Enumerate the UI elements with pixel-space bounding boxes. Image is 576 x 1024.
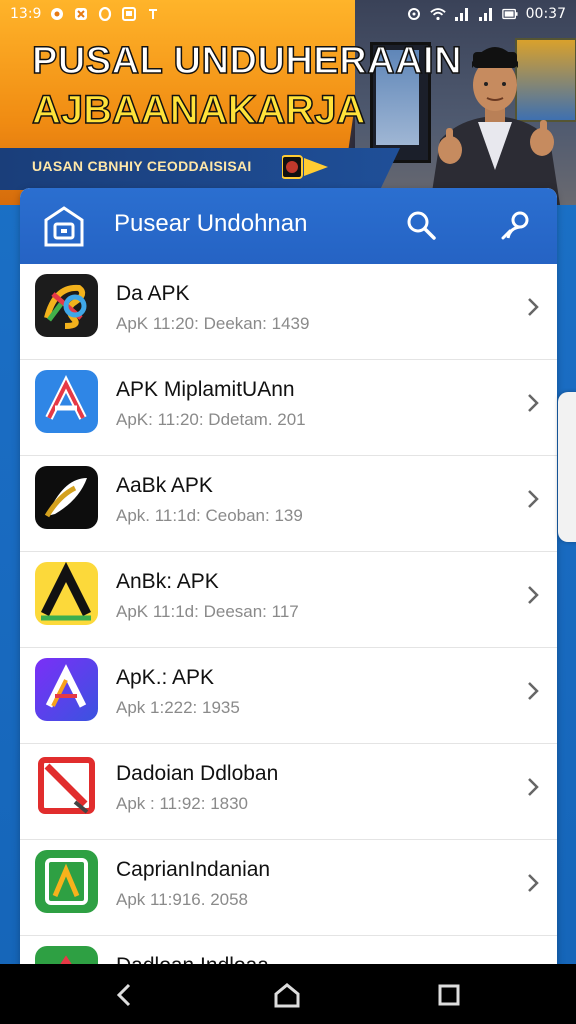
red-x-icon <box>35 754 98 817</box>
banner-subtitle: UASAN CBNHIY CEODDAISISAI <box>32 158 252 174</box>
status-clock: 00:37 <box>525 6 566 22</box>
apk-meta: ApK: 11:20: Ddetam. 201 <box>116 410 306 429</box>
apk-name: CaprianIndanian <box>116 858 271 881</box>
battery-icon <box>501 6 518 22</box>
home-logo-icon[interactable] <box>42 205 86 249</box>
profile-search-icon[interactable] <box>500 208 534 242</box>
list-item[interactable]: APK MiplamitUAnn ApK: 11:20: Ddetam. 201 <box>20 360 557 456</box>
apk-name: ApK.: APK <box>116 666 215 689</box>
main-card: Pusear Undohnan Da APK ApK 11:20: Deekan… <box>20 188 557 978</box>
apk-name: APK MiplamitUAnn <box>116 378 295 401</box>
list-item[interactable]: Dadoian Ddloban Apk : 11:92: 1830 <box>20 744 557 840</box>
notification-icon <box>49 6 65 22</box>
download-notification-icon <box>145 6 161 22</box>
banner-badge-icon <box>282 155 328 179</box>
apk-meta: Apk. 11:1d: Ceoban: 139 <box>116 506 303 525</box>
wifi-icon <box>429 6 446 22</box>
back-icon[interactable] <box>110 980 140 1010</box>
chevron-right-icon <box>528 490 539 508</box>
chevron-right-icon <box>528 778 539 796</box>
message-icon <box>121 6 137 22</box>
apk-name: Dadoian Ddloban <box>116 762 279 785</box>
red-a-icon <box>35 370 98 433</box>
green-a-icon <box>35 850 98 913</box>
apk-list: Da APK ApK 11:20: Deekan: 1439 APK Mipla… <box>20 264 557 978</box>
list-item[interactable]: CaprianIndanian Apk 11:916. 2058 <box>20 840 557 936</box>
recents-icon[interactable] <box>434 980 464 1010</box>
apk-meta: ApK 11:20: Deekan: 1439 <box>116 314 310 333</box>
purple-a-icon <box>35 658 98 721</box>
banner-title-secondary: AJBAANAKARJA <box>31 87 366 133</box>
app-notification-icon <box>73 6 89 22</box>
apk-name: Da APK <box>116 282 190 305</box>
status-bar: 13:9 00:37 <box>0 0 576 28</box>
status-time: 13:9 <box>10 6 42 22</box>
search-icon[interactable] <box>404 208 438 242</box>
app-title: Pusear Undohnan <box>114 210 308 237</box>
chevron-right-icon <box>528 682 539 700</box>
apk-meta: Apk 11:916. 2058 <box>116 890 249 909</box>
chevron-right-icon <box>528 874 539 892</box>
list-item[interactable]: AaBk APK Apk. 11:1d: Ceoban: 139 <box>20 456 557 552</box>
apk-name: AaBk APK <box>116 474 213 497</box>
chevron-right-icon <box>528 394 539 412</box>
app-bar: Pusear Undohnan <box>20 188 557 264</box>
navigation-bar <box>0 964 576 1024</box>
colorful-spiral-icon <box>35 274 98 337</box>
apk-meta: ApK 11:1d: Deesan: 117 <box>116 602 299 621</box>
apk-name: AnBk: APK <box>116 570 219 593</box>
vibrate-icon <box>406 6 422 22</box>
apk-meta: Apk 1:222: 1935 <box>116 698 240 717</box>
circle-notification-icon <box>97 6 113 22</box>
signal-icon <box>454 6 470 22</box>
banner-title: PUSAL UNDUHERAAIN <box>31 39 463 83</box>
list-item[interactable]: ApK.: APK Apk 1:222: 1935 <box>20 648 557 744</box>
signal-secondary-icon <box>478 6 494 22</box>
chevron-right-icon <box>528 586 539 604</box>
chevron-right-icon <box>528 298 539 316</box>
edge-panel-handle[interactable] <box>558 392 576 542</box>
list-item[interactable]: AnBk: APK ApK 11:1d: Deesan: 117 <box>20 552 557 648</box>
home-icon[interactable] <box>272 980 302 1010</box>
promo-banner[interactable]: PUSAL UNDUHERAAIN AJBAANAKARJA UASAN CBN… <box>0 0 576 205</box>
yellow-a-icon <box>35 562 98 625</box>
list-item[interactable]: Da APK ApK 11:20: Deekan: 1439 <box>20 264 557 360</box>
apk-meta: Apk : 11:92: 1830 <box>116 794 249 813</box>
black-feather-icon <box>35 466 98 529</box>
